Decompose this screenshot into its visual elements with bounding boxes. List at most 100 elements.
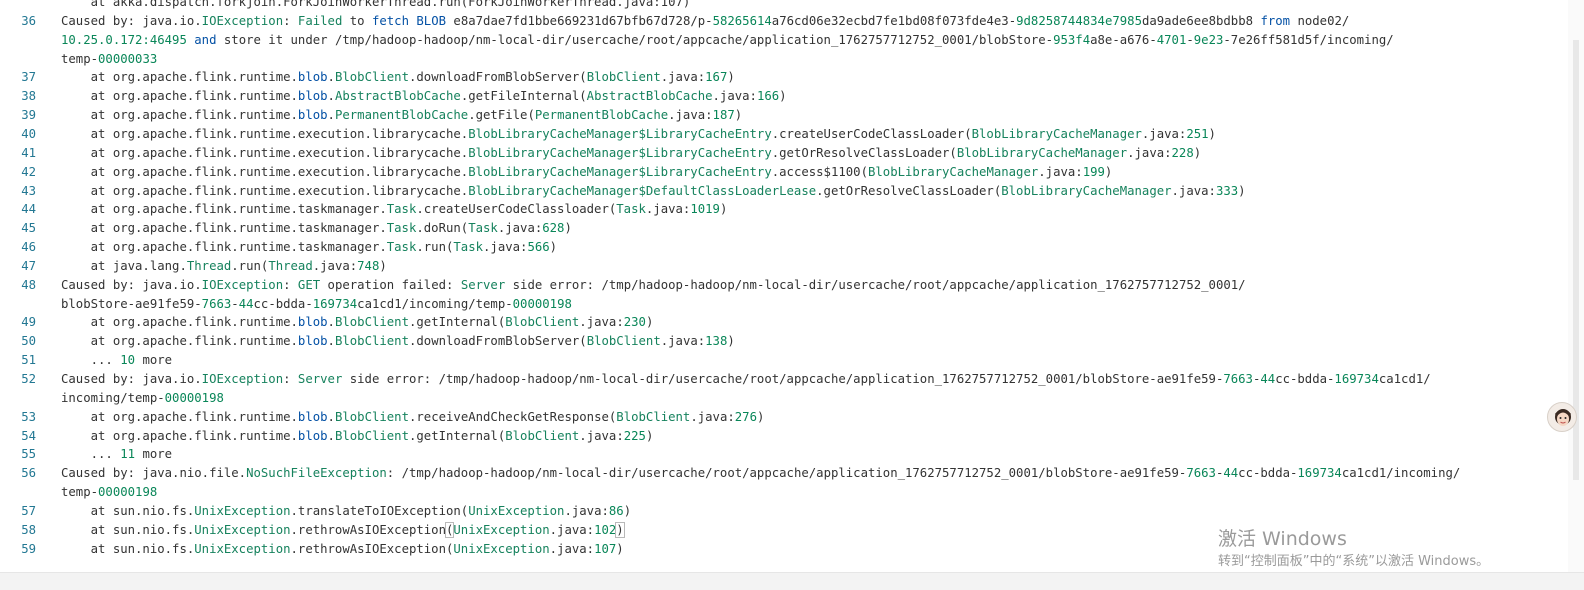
code-token: ) bbox=[615, 521, 625, 538]
line-number: 36 bbox=[21, 13, 36, 28]
code-line[interactable]: 37 at org.apache.flink.runtime.blob.Blob… bbox=[0, 68, 1568, 87]
code-line[interactable]: 51 ... 10 more bbox=[0, 351, 1568, 370]
code-editor[interactable]: at akka.dispatch.forkjoin.ForkJoinWorker… bbox=[0, 0, 1568, 572]
code-token: UnixException bbox=[194, 522, 291, 537]
code-line[interactable]: 39 at org.apache.flink.runtime.blob.Perm… bbox=[0, 106, 1568, 125]
line-number: 39 bbox=[21, 108, 36, 123]
code-text: at org.apache.flink.runtime.blob.BlobCli… bbox=[61, 332, 735, 351]
code-text: at akka.dispatch.forkjoin.ForkJoinWorker… bbox=[61, 0, 691, 12]
code-token: blob bbox=[297, 89, 328, 104]
code-token: java.io. bbox=[142, 372, 202, 386]
code-token: at org.apache.flink.runtime. bbox=[61, 334, 298, 349]
code-text: at org.apache.flink.runtime.blob.BlobCli… bbox=[61, 313, 654, 332]
code-line[interactable]: 10.25.0.172:46495 and store it under /tm… bbox=[0, 31, 1568, 50]
code-token: BlobLibraryCacheManager bbox=[956, 145, 1128, 160]
code-line[interactable]: temp-00000033 bbox=[0, 50, 1568, 69]
code-token: blob bbox=[297, 315, 328, 330]
code-line[interactable]: 43 at org.apache.flink.runtime.execution… bbox=[0, 182, 1568, 201]
code-token: at sun.nio.fs. bbox=[61, 522, 195, 537]
code-line[interactable]: 44 at org.apache.flink.runtime.taskmanag… bbox=[0, 200, 1568, 219]
code-text: Caused by: java.io.IOException: Server s… bbox=[61, 370, 1431, 389]
code-token: at org.apache.flink.runtime.taskmanager. bbox=[61, 240, 387, 255]
code-token: Caused by: bbox=[61, 277, 143, 292]
code-token: ) bbox=[734, 108, 743, 123]
code-line[interactable]: 45 at org.apache.flink.runtime.taskmanag… bbox=[0, 219, 1568, 238]
code-token: da9ade6ee8bdbb8 bbox=[1141, 13, 1261, 28]
code-token: 107 bbox=[594, 541, 617, 556]
code-token: at org.apache.flink.runtime. bbox=[61, 70, 298, 85]
code-token: 00000198 bbox=[512, 296, 572, 311]
code-line[interactable]: 57 at sun.nio.fs.UnixException.translate… bbox=[0, 502, 1568, 521]
activation-watermark-text: 转到“控制面板”中的“系统”以激活 Windows。 bbox=[1218, 554, 1490, 569]
code-token: BlobLibraryCacheManager bbox=[867, 164, 1039, 179]
code-token: UnixException bbox=[194, 503, 291, 518]
code-token: cc-bdda- bbox=[1238, 466, 1298, 481]
code-token: .translateToIOException( bbox=[290, 503, 469, 518]
line-number: 41 bbox=[21, 145, 36, 160]
code-token: store it under /tmp/hadoop-hadoop/nm-loc… bbox=[216, 32, 1054, 47]
code-token: at org.apache.flink.runtime. bbox=[61, 89, 298, 104]
code-line[interactable]: 49 at org.apache.flink.runtime.blob.Blob… bbox=[0, 313, 1568, 332]
code-token: Task bbox=[386, 202, 417, 217]
code-token: 138 bbox=[705, 334, 728, 349]
code-token: 9d8258744834e7985 bbox=[1016, 13, 1142, 28]
code-token: .rethrowAsIOException bbox=[290, 522, 446, 537]
code-line[interactable]: 52 Caused by: java.io.IOException: Server… bbox=[0, 370, 1568, 389]
code-line[interactable]: 50 at org.apache.flink.runtime.blob.Blob… bbox=[0, 332, 1568, 351]
code-token: Caused by: bbox=[61, 13, 143, 28]
code-token: 166 bbox=[756, 89, 780, 104]
code-line[interactable]: 53 at org.apache.flink.runtime.blob.Blob… bbox=[0, 408, 1568, 427]
code-line[interactable]: 48 Caused by: java.io.IOException: GET op… bbox=[0, 276, 1568, 295]
code-line[interactable]: at akka.dispatch.forkjoin.ForkJoinWorker… bbox=[0, 0, 1568, 12]
code-text: at org.apache.flink.runtime.taskmanager.… bbox=[61, 219, 572, 238]
code-text: at org.apache.flink.runtime.execution.li… bbox=[61, 182, 1246, 201]
line-number: 42 bbox=[21, 164, 36, 179]
code-token: .downloadFromBlobServer( bbox=[409, 334, 587, 349]
activation-watermark-title: 激活 Windows bbox=[1218, 528, 1347, 550]
code-token: 566 bbox=[527, 240, 550, 255]
line-number: 43 bbox=[21, 183, 36, 198]
code-text: at org.apache.flink.runtime.execution.li… bbox=[61, 125, 1216, 144]
code-token: Task bbox=[468, 221, 498, 236]
code-token: BlobLibraryCacheManager$DefaultClassLoad… bbox=[468, 183, 817, 198]
code-line[interactable]: 41 at org.apache.flink.runtime.execution… bbox=[0, 144, 1568, 163]
code-line[interactable]: temp-00000198 bbox=[0, 483, 1568, 502]
code-text: at org.apache.flink.runtime.execution.li… bbox=[61, 144, 1202, 163]
code-token: .doRun( bbox=[416, 221, 469, 236]
code-token: at java.lang. bbox=[61, 258, 187, 273]
code-token: Caused by: bbox=[61, 372, 143, 386]
code-line[interactable]: incoming/temp-00000198 bbox=[0, 389, 1568, 408]
line-number: 47 bbox=[21, 258, 36, 273]
code-token: BlobClient bbox=[586, 334, 661, 349]
code-token: at sun.nio.fs. bbox=[61, 503, 195, 518]
code-token: .java: bbox=[712, 89, 757, 104]
code-token: .java: bbox=[579, 315, 624, 330]
code-token: operation failed: bbox=[320, 277, 461, 292]
code-token: 00000033 bbox=[98, 51, 158, 66]
code-token: BlobClient bbox=[505, 315, 580, 330]
code-line[interactable]: 46 at org.apache.flink.runtime.taskmanag… bbox=[0, 238, 1568, 257]
code-line[interactable]: blobStore-ae91fe59-7663-44cc-bdda-169734… bbox=[0, 295, 1568, 314]
code-line[interactable]: 56 Caused by: java.nio.file.NoSuchFileExc… bbox=[0, 464, 1568, 483]
code-line[interactable]: 55 ... 11 more bbox=[0, 445, 1568, 464]
code-line[interactable]: 40 at org.apache.flink.runtime.execution… bbox=[0, 125, 1568, 144]
code-token: java.io. bbox=[142, 13, 202, 28]
avatar-icon[interactable] bbox=[1547, 402, 1577, 432]
line-number: 44 bbox=[21, 202, 36, 217]
code-token: GET bbox=[297, 277, 321, 292]
code-token: 9e23 bbox=[1193, 32, 1224, 47]
code-token: BlobClient bbox=[586, 70, 661, 85]
code-line[interactable]: 47 at java.lang.Thread.run(Thread.java:7… bbox=[0, 257, 1568, 276]
code-line[interactable]: 38 at org.apache.flink.runtime.blob.Abst… bbox=[0, 87, 1568, 106]
code-token: 167 bbox=[705, 70, 728, 85]
code-line[interactable]: 36 Caused by: java.io.IOException: Failed… bbox=[0, 12, 1568, 31]
code-line[interactable]: 42 at org.apache.flink.runtime.execution… bbox=[0, 163, 1568, 182]
code-token: ) bbox=[756, 409, 765, 424]
code-line[interactable]: 54 at org.apache.flink.runtime.blob.Blob… bbox=[0, 427, 1568, 446]
code-token: ) bbox=[1193, 145, 1202, 160]
code-token: . bbox=[327, 334, 335, 349]
code-token: UnixException bbox=[453, 541, 550, 556]
code-token: .getInternal( bbox=[409, 315, 506, 330]
code-token: 748 bbox=[357, 258, 380, 273]
code-token: ) bbox=[645, 315, 654, 330]
